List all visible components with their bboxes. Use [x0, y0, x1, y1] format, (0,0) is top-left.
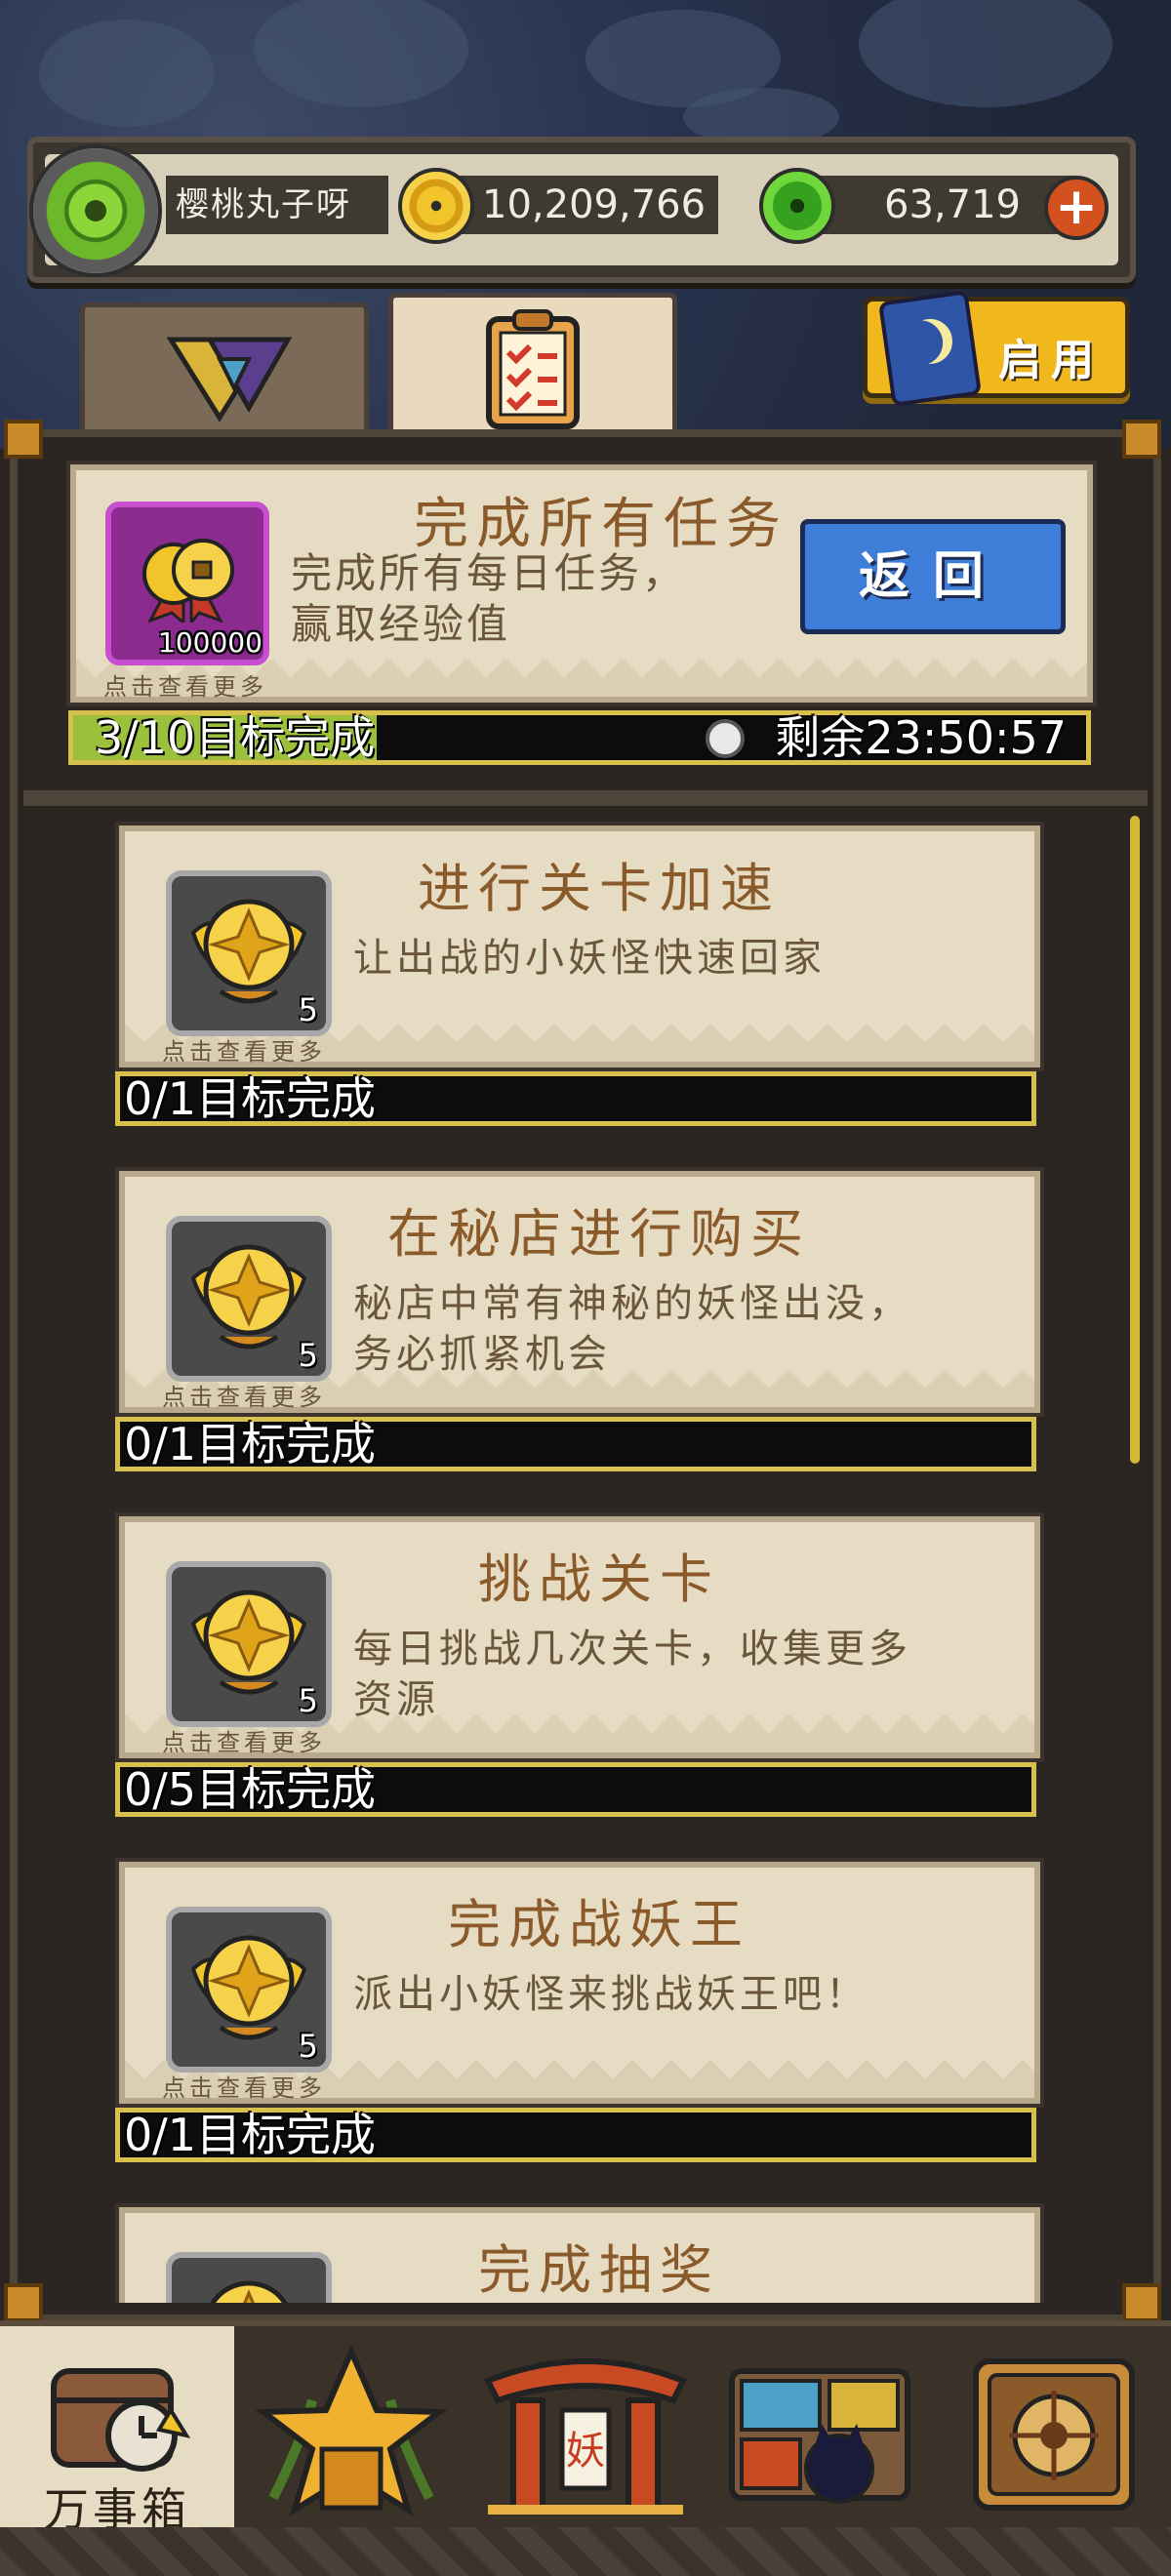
reward-medal[interactable]: 5	[166, 870, 332, 1036]
task-item[interactable]: 完成抽奖	[115, 2203, 1044, 2303]
gold-medal-icon	[190, 899, 307, 1004]
task-progress: 0/1目标完成	[115, 1417, 1036, 1471]
gold-medal-icon	[210, 2280, 288, 2303]
click-more-hint: 点击查看更多	[162, 2074, 326, 2102]
nav-shop[interactable]	[703, 2326, 937, 2533]
task-card[interactable]: 完成抽奖	[115, 2203, 1044, 2303]
task-card[interactable]: 挑战关卡 5 每日挑战几次关卡，收集更多 资源 点击查看更多	[115, 1512, 1044, 1762]
svg-text:妖: 妖	[566, 2429, 605, 2474]
tab-tasks[interactable]	[388, 293, 677, 439]
treasure-chest-clock-icon	[51, 2368, 191, 2472]
progress-text: 0/1目标完成	[124, 2109, 377, 2161]
task-progress: 0/5目标完成	[115, 1762, 1036, 1817]
stopwatch-icon	[706, 719, 745, 758]
nav-book[interactable]	[937, 2326, 1171, 2533]
task-card[interactable]: 在秘店进行购买 5 秘店中常有神秘的妖怪出没， 务必抓紧机会 点击查看更多	[115, 1167, 1044, 1417]
demon-gate-icon: 妖	[483, 2358, 688, 2515]
moon-card-icon	[877, 290, 983, 407]
corner-ornament	[4, 420, 43, 459]
activate-button[interactable]: 启用	[863, 290, 1130, 407]
nav-demon-gate[interactable]: 妖	[468, 2326, 703, 2533]
gold-medal-icon	[190, 1935, 307, 2040]
nav-treasure-chest[interactable]: 万事箱	[0, 2326, 234, 2536]
time-remaining: 剩余23:50:57	[775, 711, 1067, 764]
star-trophy-icon	[255, 2344, 448, 2516]
desc-line: 秘店中常有神秘的妖怪出没，	[353, 1281, 911, 1326]
activate-label: 启用	[998, 336, 1104, 385]
scrollbar[interactable]	[1130, 816, 1140, 1464]
reward-medal[interactable]: 5	[166, 1561, 332, 1727]
avatar[interactable]	[29, 144, 162, 277]
desc-line: 赢取经验值	[291, 600, 511, 648]
reward-count: 5	[298, 2028, 318, 2065]
task-item[interactable]: 进行关卡加速 5 让出战的小妖怪快速回家 点击查看更多 0/1目标完成	[115, 822, 1044, 1128]
reward-count: 5	[298, 991, 318, 1028]
flags-icon	[166, 337, 293, 423]
click-more-hint: 点击查看更多	[162, 1384, 326, 1411]
task-item[interactable]: 挑战关卡 5 每日挑战几次关卡，收集更多 资源 点击查看更多 0/5目标完成	[115, 1512, 1044, 1819]
tab-flags[interactable]	[80, 302, 369, 439]
click-more-hint: 点击查看更多	[162, 1729, 326, 1756]
reward-count: 5	[298, 1337, 318, 1374]
all-tasks-progress: 3/10目标完成 剩余23:50:57	[68, 710, 1091, 765]
task-item[interactable]: 完成战妖王 5 派出小妖怪来挑战妖王吧！ 点击查看更多 0/1目标完成	[115, 1858, 1044, 2164]
book-icon	[973, 2358, 1135, 2511]
task-list-icon	[486, 308, 580, 429]
divider	[23, 790, 1148, 806]
plus-icon[interactable]: +	[1044, 176, 1109, 240]
reward-count: 5	[298, 1682, 318, 1719]
click-more-hint: 点击查看更多	[103, 673, 267, 701]
task-list[interactable]: 进行关卡加速 5 让出战的小妖怪快速回家 点击查看更多 0/1目标完成 在秘店进行购买 5 秘…	[23, 806, 1148, 2303]
task-description: 每日挑战几次关卡，收集更多 资源	[353, 1624, 1017, 1725]
progress-text: 0/5目标完成	[124, 1763, 377, 1816]
desc-line: 让出战的小妖怪快速回家	[353, 936, 826, 981]
player-name: 樱桃丸子呀	[166, 176, 388, 234]
reward-count: 100000	[158, 626, 262, 659]
gold-coin-icon	[398, 168, 474, 244]
nav-trophy[interactable]	[234, 2326, 468, 2533]
task-progress: 0/1目标完成	[115, 1071, 1036, 1126]
task-description: 派出小妖怪来挑战妖王吧！	[353, 1969, 1017, 2020]
desc-line: 每日挑战几次关卡，收集更多	[353, 1627, 911, 1671]
desc-line: 派出小妖怪来挑战妖王吧！	[353, 1972, 868, 2017]
gold-medal-icon	[190, 1244, 307, 1349]
task-card[interactable]: 进行关卡加速 5 让出战的小妖怪快速回家 点击查看更多	[115, 822, 1044, 1071]
desc-line: 务必抓紧机会	[353, 1332, 611, 1377]
shop-cat-icon	[729, 2368, 910, 2504]
progress-text: 0/1目标完成	[124, 1072, 377, 1125]
progress-text: 0/1目标完成	[124, 1418, 377, 1470]
gold-amount: 10,209,766	[435, 176, 718, 234]
back-button[interactable]: 返回	[800, 519, 1066, 634]
reward-medal[interactable]	[166, 2252, 332, 2303]
gold-medal-icon	[190, 1590, 307, 1695]
click-more-hint: 点击查看更多	[162, 1038, 326, 1066]
task-description: 秘店中常有神秘的妖怪出没， 务必抓紧机会	[353, 1278, 1017, 1380]
progress-text: 3/10目标完成	[95, 711, 376, 764]
desc-line: 资源	[353, 1677, 439, 1722]
reward-medal[interactable]: 5	[166, 1216, 332, 1382]
green-gem-icon	[759, 168, 835, 244]
task-progress: 0/1目标完成	[115, 2108, 1036, 2162]
task-card[interactable]: 完成战妖王 5 派出小妖怪来挑战妖王吧！ 点击查看更多	[115, 1858, 1044, 2108]
bottom-decoration	[0, 2527, 1171, 2576]
gold-coins-icon	[142, 539, 234, 623]
corner-ornament	[1122, 420, 1161, 459]
task-description: 让出战的小妖怪快速回家	[353, 933, 1017, 984]
all-tasks-description: 完成所有每日任务， 赢取经验值	[291, 548, 779, 650]
desc-line: 完成所有每日任务，	[291, 549, 687, 597]
reward-medal[interactable]: 5	[166, 1907, 332, 2073]
task-item[interactable]: 在秘店进行购买 5 秘店中常有神秘的妖怪出没， 务必抓紧机会 点击查看更多 0/1目标完成	[115, 1167, 1044, 1473]
